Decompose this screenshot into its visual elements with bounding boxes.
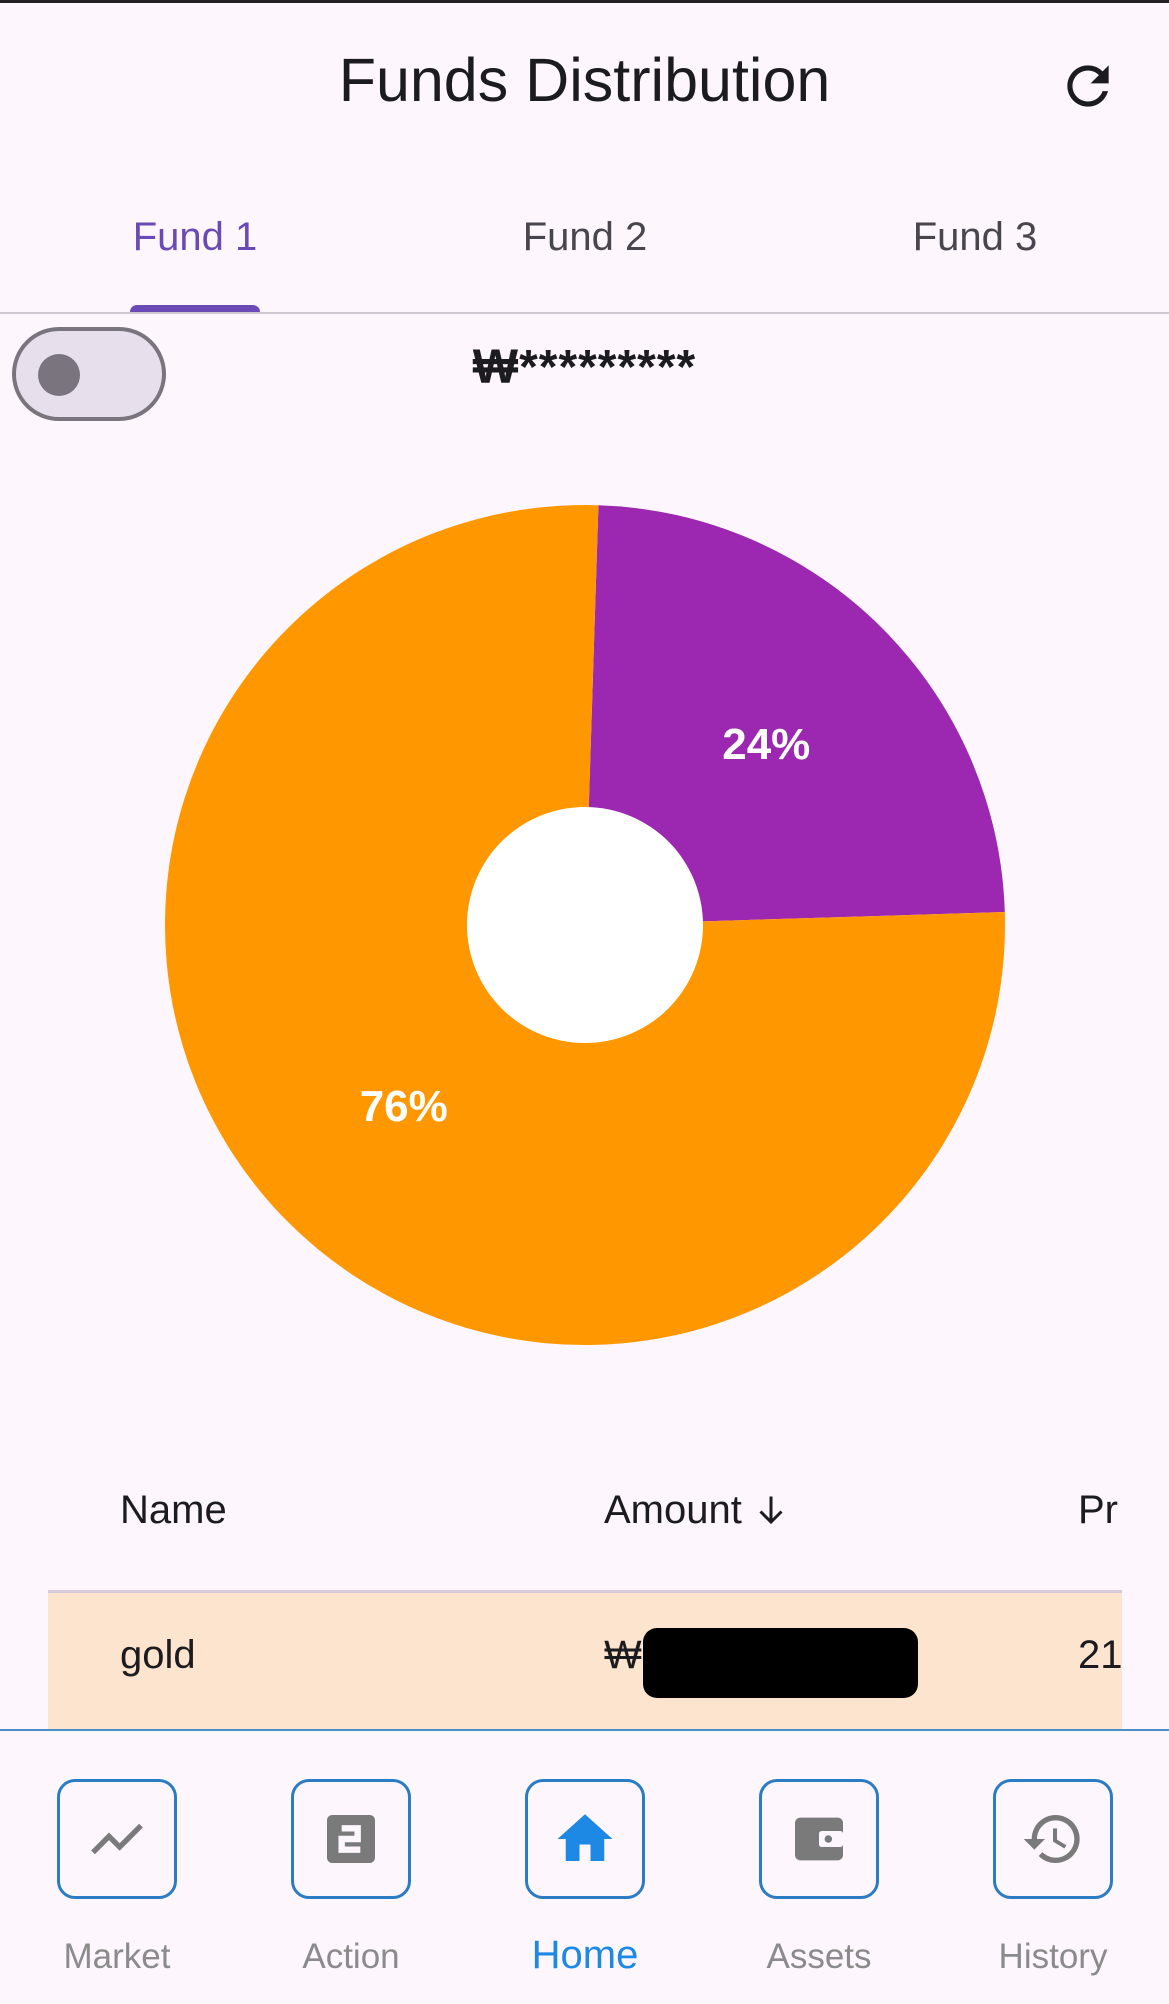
wallet-icon xyxy=(795,1817,843,1861)
nav-home-label: Home xyxy=(531,1933,639,1977)
donut-hole xyxy=(467,807,703,1043)
nav-assets-label: Assets xyxy=(766,1937,872,1976)
nav-home[interactable]: Home xyxy=(468,1779,702,1978)
nav-home-button[interactable] xyxy=(525,1779,645,1899)
column-header-amount-label: Amount xyxy=(604,1488,742,1532)
pie-slice-label: 24% xyxy=(722,720,810,769)
column-header-name[interactable]: Name xyxy=(120,1488,227,1533)
table-row[interactable]: gold ₩3 21 xyxy=(48,1593,1122,1729)
nav-assets[interactable]: Assets xyxy=(702,1779,936,1977)
app-bar: Funds Distribution xyxy=(0,3,1169,163)
bottom-navigation: Market Action Home Assets History xyxy=(0,1729,1169,2004)
home-icon xyxy=(557,1814,613,1861)
action-2-icon xyxy=(327,1815,375,1863)
tab-fund-2[interactable]: Fund 2 xyxy=(390,215,780,260)
cell-name: gold xyxy=(120,1633,196,1677)
column-header-amount[interactable]: Amount xyxy=(604,1488,789,1533)
redaction-mark xyxy=(643,1628,918,1698)
refresh-icon[interactable] xyxy=(1057,55,1119,117)
table-header: Name Amount Pr xyxy=(0,1470,1169,1550)
nav-market[interactable]: Market xyxy=(0,1779,234,1977)
funds-donut-chart: 24% 76% xyxy=(165,505,1006,1345)
tab-fund-3[interactable]: Fund 3 xyxy=(780,215,1169,260)
history-icon xyxy=(1023,1815,1080,1863)
tab-fund-1[interactable]: Fund 1 xyxy=(0,215,390,260)
nav-action[interactable]: Action xyxy=(234,1779,468,1977)
nav-action-label: Action xyxy=(302,1937,400,1976)
nav-history[interactable]: History xyxy=(936,1779,1169,1977)
column-header-third[interactable]: Pr xyxy=(1078,1488,1122,1533)
cell-third: 21 xyxy=(1078,1633,1122,1677)
nav-assets-button[interactable] xyxy=(759,1779,879,1899)
nav-history-button[interactable] xyxy=(993,1779,1113,1899)
fund-tabs: Fund 1 Fund 2 Fund 3 xyxy=(0,185,1169,314)
page-title: Funds Distribution xyxy=(338,46,831,114)
nav-market-button[interactable] xyxy=(57,1779,177,1899)
total-balance: ₩********* xyxy=(472,341,697,394)
active-tab-indicator xyxy=(130,305,260,312)
pie-slice-label: 76% xyxy=(360,1082,448,1131)
trending-up-icon xyxy=(91,1823,143,1855)
nav-market-label: Market xyxy=(63,1937,171,1976)
sort-descending-icon xyxy=(759,1496,783,1525)
nav-history-label: History xyxy=(998,1937,1108,1976)
nav-action-button[interactable] xyxy=(291,1779,411,1899)
